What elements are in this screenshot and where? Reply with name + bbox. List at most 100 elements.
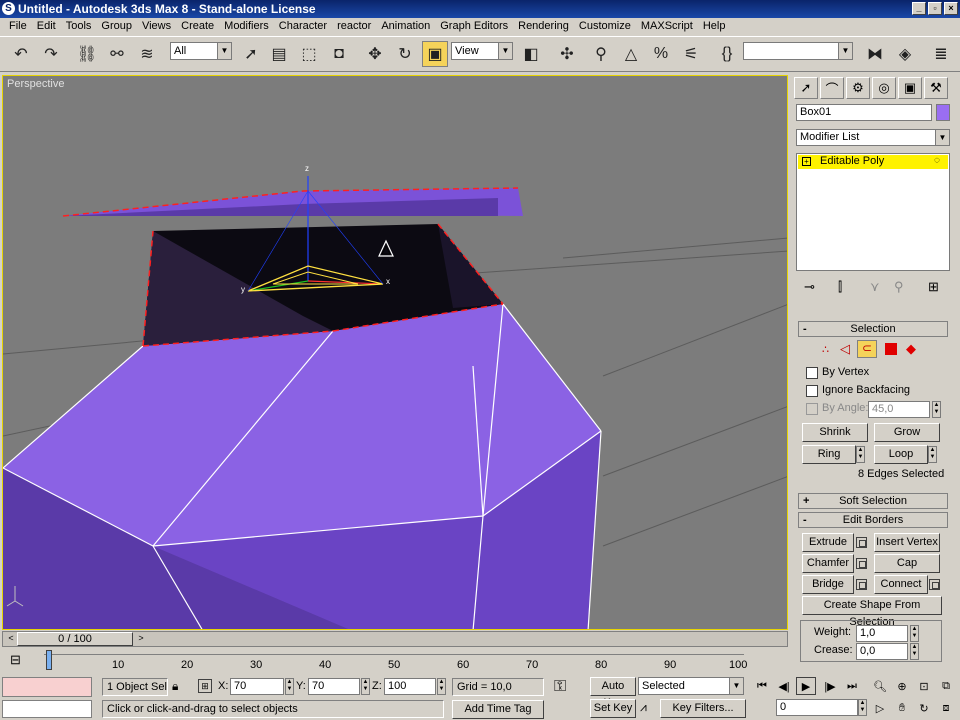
chamfer-button[interactable]: Chamfer [802,554,854,573]
loop-button[interactable]: Loop [874,445,928,464]
remove-modifier-icon[interactable]: ⚲ [894,279,904,295]
pin-stack-icon[interactable]: ⊸ [804,279,815,295]
pivot-center-icon[interactable]: ◧ [518,41,544,67]
key-icon[interactable]: ⚿ [554,678,566,696]
stack-item-editable-poly[interactable]: + Editable Poly ◌ [798,155,948,169]
ignore-backfacing-checkbox[interactable] [806,385,818,397]
percent-snap-icon[interactable]: % [648,41,674,67]
close-button[interactable]: × [944,2,958,15]
bridge-button[interactable]: Bridge [802,575,854,594]
extrude-button[interactable]: Extrude [802,533,854,552]
previous-key-icon[interactable]: ◀| [774,677,794,695]
reference-coordinate-dropdown[interactable]: View ▼ [451,42,513,60]
rectangular-selection-icon[interactable]: ⬚ [296,41,322,67]
menu-help[interactable]: Help [698,18,731,35]
next-frame-icon[interactable]: > [135,633,147,645]
link-icon[interactable]: ⛓ [74,41,100,67]
selection-filter-dropdown[interactable]: All ▼ [170,42,232,60]
polygon-subobject-icon[interactable] [885,343,897,355]
menu-file[interactable]: File [4,18,32,35]
object-name-field[interactable]: Box01 [796,104,932,121]
by-angle-checkbox[interactable] [806,403,818,415]
create-shape-from-selection-button[interactable]: Create Shape From Selection [802,596,942,628]
edit-borders-rollout-header[interactable]: - Edit Borders [798,512,948,528]
border-subobject-icon[interactable]: ⊂ [857,340,877,358]
menu-edit[interactable]: Edit [32,18,61,35]
key-mode-curve-icon[interactable]: ⩘ [640,700,647,715]
redo-icon[interactable]: ↷ [38,41,64,67]
vertex-subobject-icon[interactable]: ∴ [822,343,829,356]
snap-3d-icon[interactable]: ⚲ [588,41,614,67]
menu-animation[interactable]: Animation [376,18,435,35]
bridge-settings-button[interactable] [856,579,867,590]
select-by-name-icon[interactable]: ▤ [266,41,292,67]
named-selection-dropdown[interactable]: ▼ [743,42,853,60]
arc-rotate-icon[interactable]: ↻ [914,699,934,717]
make-unique-icon[interactable]: ⋎ [870,279,880,295]
zoom-icon[interactable]: 🔍︎ [870,677,890,695]
lock-icon[interactable]: 🔒︎ [172,679,178,694]
extrude-settings-button[interactable] [856,537,867,548]
crease-spinner[interactable]: ▲ ▼ [910,643,919,660]
current-frame-field[interactable]: 0 [776,699,858,716]
unlink-icon[interactable]: ⚯ [104,41,130,67]
create-tab-icon[interactable]: ➚ [794,77,818,99]
by-vertex-checkbox[interactable] [806,367,818,379]
chamfer-settings-button[interactable] [856,558,867,569]
menu-graph-editors[interactable]: Graph Editors [435,18,513,35]
maximize-button[interactable]: ▫ [928,2,942,15]
element-subobject-icon[interactable]: ◆ [906,341,916,357]
next-key-icon[interactable]: |▶ [820,677,840,695]
menu-customize[interactable]: Customize [574,18,636,35]
go-to-start-icon[interactable]: ⏮ [752,677,772,695]
perspective-viewport[interactable]: z x y Perspective [2,75,788,630]
add-time-tag-button[interactable]: Add Time Tag [452,700,544,719]
display-tab-icon[interactable]: ▣ [898,77,922,99]
menu-reactor[interactable]: reactor [332,18,376,35]
maximize-viewport-icon[interactable]: ⧈ [936,699,956,717]
motion-tab-icon[interactable]: ◎ [872,77,896,99]
current-frame-spinner[interactable]: ▲ ▼ [858,699,867,716]
bind-space-warp-icon[interactable]: ≋ [134,41,160,67]
move-icon[interactable]: ✥ [362,41,388,67]
z-spinner[interactable]: ▲ ▼ [437,678,446,695]
menu-maxscript[interactable]: MAXScript [636,18,698,35]
insert-vertex-button[interactable]: Insert Vertex [874,533,940,552]
menu-views[interactable]: Views [137,18,176,35]
mirror-icon[interactable]: ⧓ [862,41,888,67]
ring-spinner[interactable]: ▲ ▼ [856,446,865,463]
edge-subobject-icon[interactable]: ◁ [840,341,850,357]
soft-selection-rollout-header[interactable]: + Soft Selection [798,493,948,509]
time-slider-thumb[interactable]: 0 / 100 [17,632,133,646]
spinner-snap-icon[interactable]: ⚟ [678,41,704,67]
menu-tools[interactable]: Tools [61,18,97,35]
menu-rendering[interactable]: Rendering [513,18,574,35]
viewport-label[interactable]: Perspective [7,78,64,90]
modifier-list-dropdown[interactable]: Modifier List ▼ [796,129,950,146]
angle-spinner[interactable]: ▲ ▼ [932,401,941,418]
minimize-button[interactable]: _ [912,2,926,15]
configure-modifier-sets-icon[interactable]: ⊞ [928,279,939,295]
track-bar-menu-icon[interactable]: ⊟ [10,652,21,668]
set-key-button[interactable]: Set Key [590,699,636,718]
auto-key-button[interactable]: Auto Key [590,677,636,709]
menu-create[interactable]: Create [176,18,219,35]
angle-snap-icon[interactable]: △ [618,41,644,67]
y-coordinate-field[interactable]: 70 [308,678,360,695]
z-coordinate-field[interactable]: 100 [384,678,436,695]
window-crossing-icon[interactable]: ◘ [326,41,352,67]
connect-settings-button[interactable] [929,579,940,590]
maxscript-output[interactable] [2,700,92,718]
play-icon[interactable]: ▶ [796,677,816,695]
shrink-button[interactable]: Shrink [802,423,868,442]
y-spinner[interactable]: ▲ ▼ [361,678,370,695]
x-coordinate-field[interactable]: 70 [230,678,284,695]
hierarchy-tab-icon[interactable]: ⚙ [846,77,870,99]
crease-field[interactable]: 0,0 [856,643,908,660]
track-bar[interactable]: ⊟ 10 20 30 40 50 60 70 80 90 100 [0,648,790,674]
weight-spinner[interactable]: ▲ ▼ [910,625,919,642]
rotate-icon[interactable]: ↻ [392,41,418,67]
menu-group[interactable]: Group [96,18,137,35]
zoom-extents-all-icon[interactable]: ⧉ [936,677,956,695]
pan-icon[interactable]: ✋︎ [892,699,912,717]
